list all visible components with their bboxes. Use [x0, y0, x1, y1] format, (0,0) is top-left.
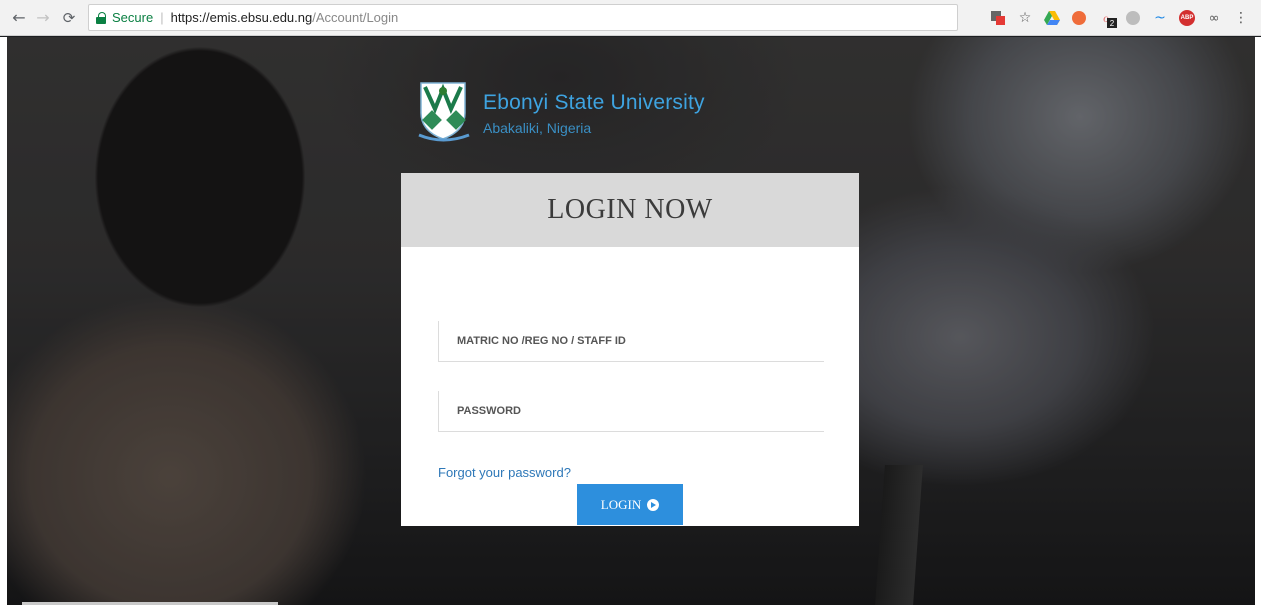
- url-path: /Account/Login: [312, 10, 399, 25]
- browser-toolbar: ← → ⟳ Secure | https://emis.ebsu.edu.ng /…: [0, 0, 1261, 36]
- arrow-circle-icon: [647, 498, 660, 511]
- abp-icon[interactable]: ABP: [1175, 6, 1199, 30]
- username-field[interactable]: [438, 321, 824, 362]
- extension-icon[interactable]: [1121, 6, 1145, 30]
- forgot-password-link[interactable]: Forgot your password?: [438, 465, 571, 480]
- extension-icon[interactable]: [1067, 6, 1091, 30]
- university-crest-icon: [417, 79, 471, 143]
- university-name: Ebonyi State University: [483, 91, 705, 114]
- login-title: LOGIN NOW: [547, 194, 713, 225]
- url-host: https://emis.ebsu.edu.ng: [170, 10, 313, 25]
- login-card-header: LOGIN NOW: [401, 173, 859, 247]
- extensions-area: ☆ ℴ 2 ~ ABP ∞ ⋮: [986, 0, 1261, 36]
- password-input[interactable]: [457, 405, 824, 417]
- forward-arrow-icon[interactable]: →: [32, 7, 54, 29]
- login-button-label: LOGIN: [600, 496, 642, 512]
- translate-icon[interactable]: [986, 6, 1010, 30]
- reload-icon[interactable]: ⟳: [58, 7, 80, 29]
- lock-icon: [96, 11, 106, 24]
- username-input[interactable]: [457, 335, 824, 347]
- menu-icon[interactable]: ⋮: [1229, 6, 1253, 30]
- star-icon[interactable]: ☆: [1013, 6, 1037, 30]
- address-bar[interactable]: Secure | https://emis.ebsu.edu.ng/Accoun…: [88, 4, 958, 31]
- extension-badge: 2: [1107, 18, 1117, 28]
- page-edge-right: [1255, 37, 1261, 605]
- password-field[interactable]: [438, 391, 824, 432]
- extension-icon[interactable]: ∞: [1202, 6, 1226, 30]
- security-label: Secure: [112, 10, 154, 25]
- divider: |: [160, 10, 164, 25]
- extension-icon[interactable]: ~: [1148, 6, 1172, 30]
- university-location: Abakaliki, Nigeria: [483, 120, 592, 136]
- page-edge-left: [0, 37, 7, 605]
- extension-icon[interactable]: ℴ 2: [1094, 6, 1118, 30]
- google-drive-icon[interactable]: [1040, 6, 1064, 30]
- university-brand: Ebonyi State University Abakaliki, Niger…: [417, 79, 705, 143]
- back-arrow-icon[interactable]: ←: [8, 7, 30, 29]
- login-button[interactable]: LOGIN: [577, 484, 683, 525]
